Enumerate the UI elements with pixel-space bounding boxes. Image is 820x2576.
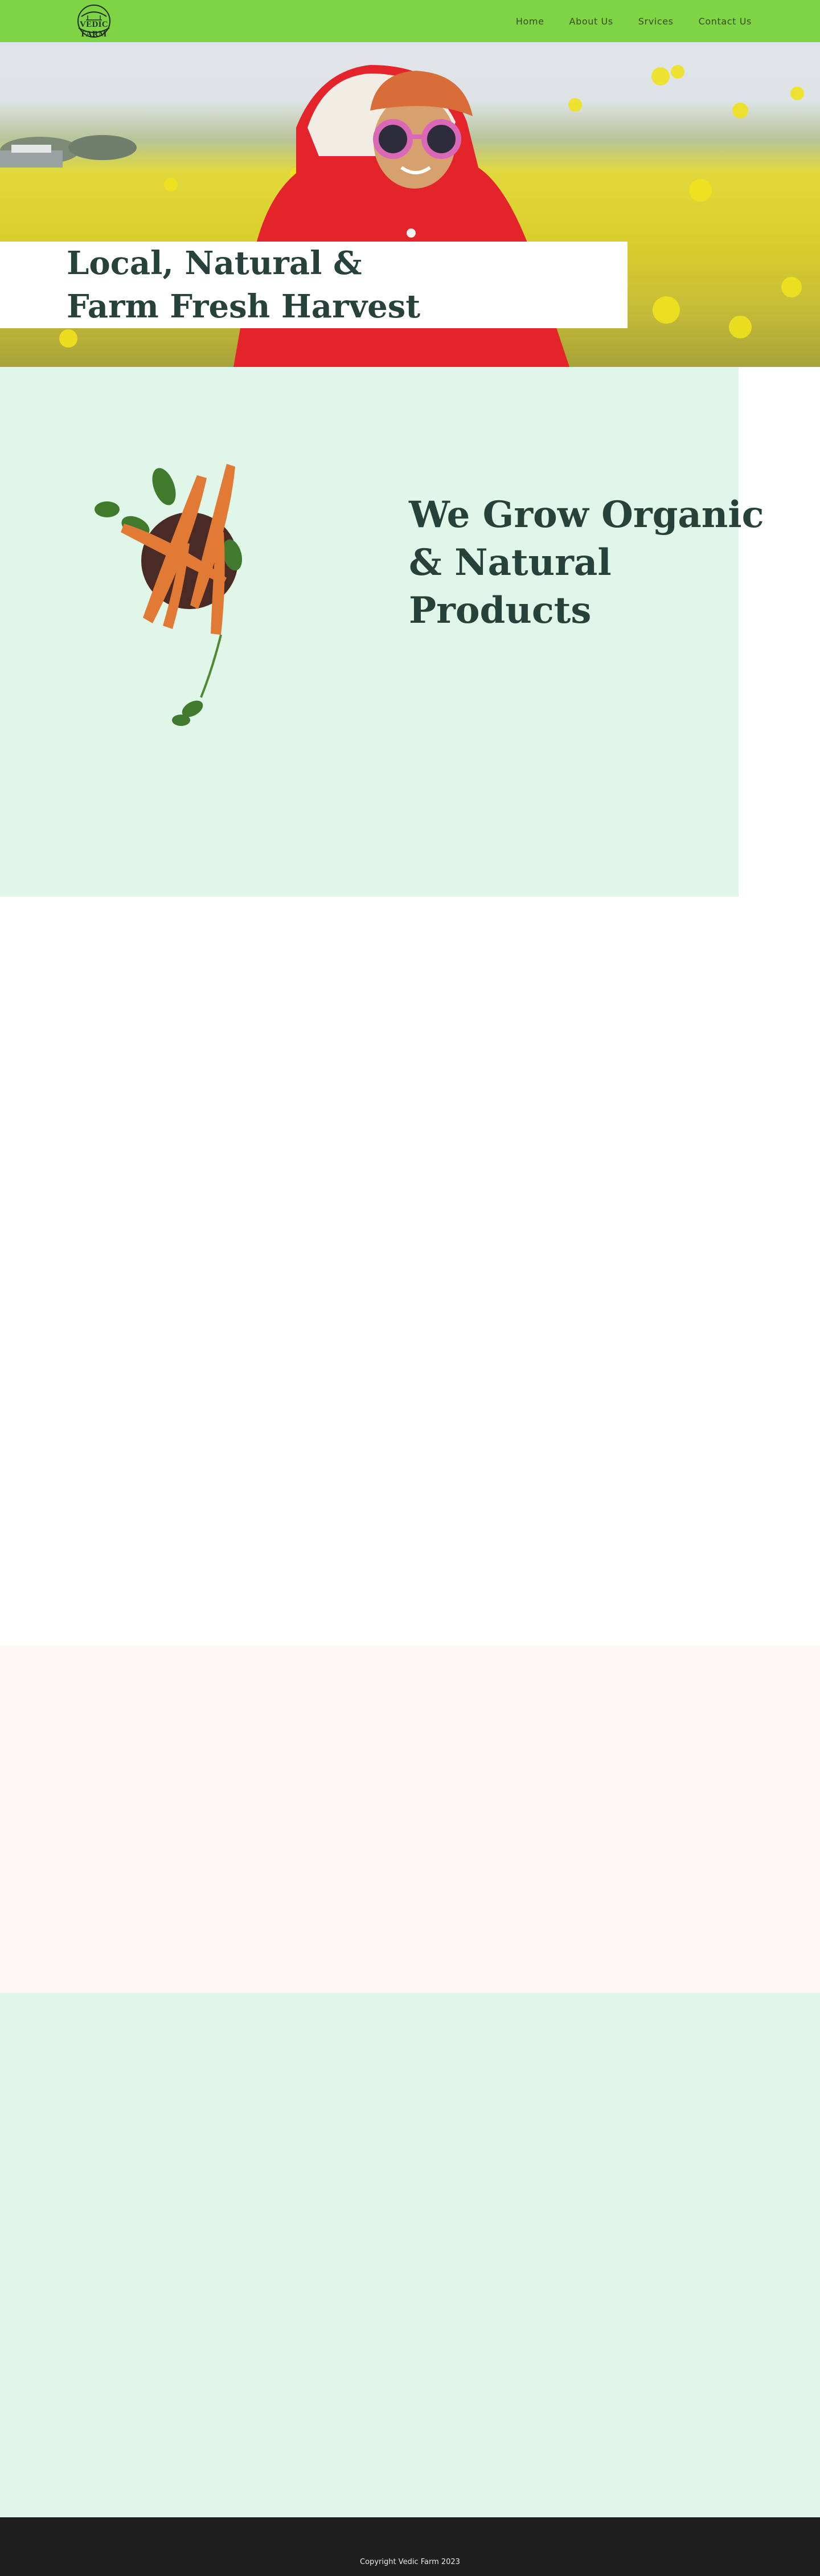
hero-section: Local, Natural & Farm Fresh Harvest: [0, 42, 820, 367]
logo-text: VEDIC FARM: [80, 20, 108, 39]
site-header: VEDIC FARM Home About Us Srvices Contact…: [0, 0, 820, 42]
organic-title: We Grow Organic & Natural Products: [409, 493, 764, 632]
peach-section: [0, 1646, 820, 1993]
main-nav: Home About Us Srvices Contact Us: [516, 0, 752, 42]
nav-services[interactable]: Srvices: [638, 16, 674, 27]
footer-copyright: Copyright Vedic Farm 2023: [360, 2558, 460, 2566]
site-footer: Copyright Vedic Farm 2023: [0, 2517, 820, 2576]
nav-about-us[interactable]: About Us: [569, 16, 613, 27]
hero-title-box: Local, Natural & Farm Fresh Harvest: [0, 242, 628, 328]
mint-section: [0, 1993, 820, 2517]
nav-home[interactable]: Home: [516, 16, 544, 27]
carrots-image: [95, 464, 243, 726]
logo[interactable]: VEDIC FARM: [66, 3, 122, 39]
nav-contact-us[interactable]: Contact Us: [699, 16, 752, 27]
hero-title: Local, Natural & Farm Fresh Harvest: [67, 244, 421, 325]
organic-section: We Grow Organic & Natural Products: [0, 367, 764, 897]
